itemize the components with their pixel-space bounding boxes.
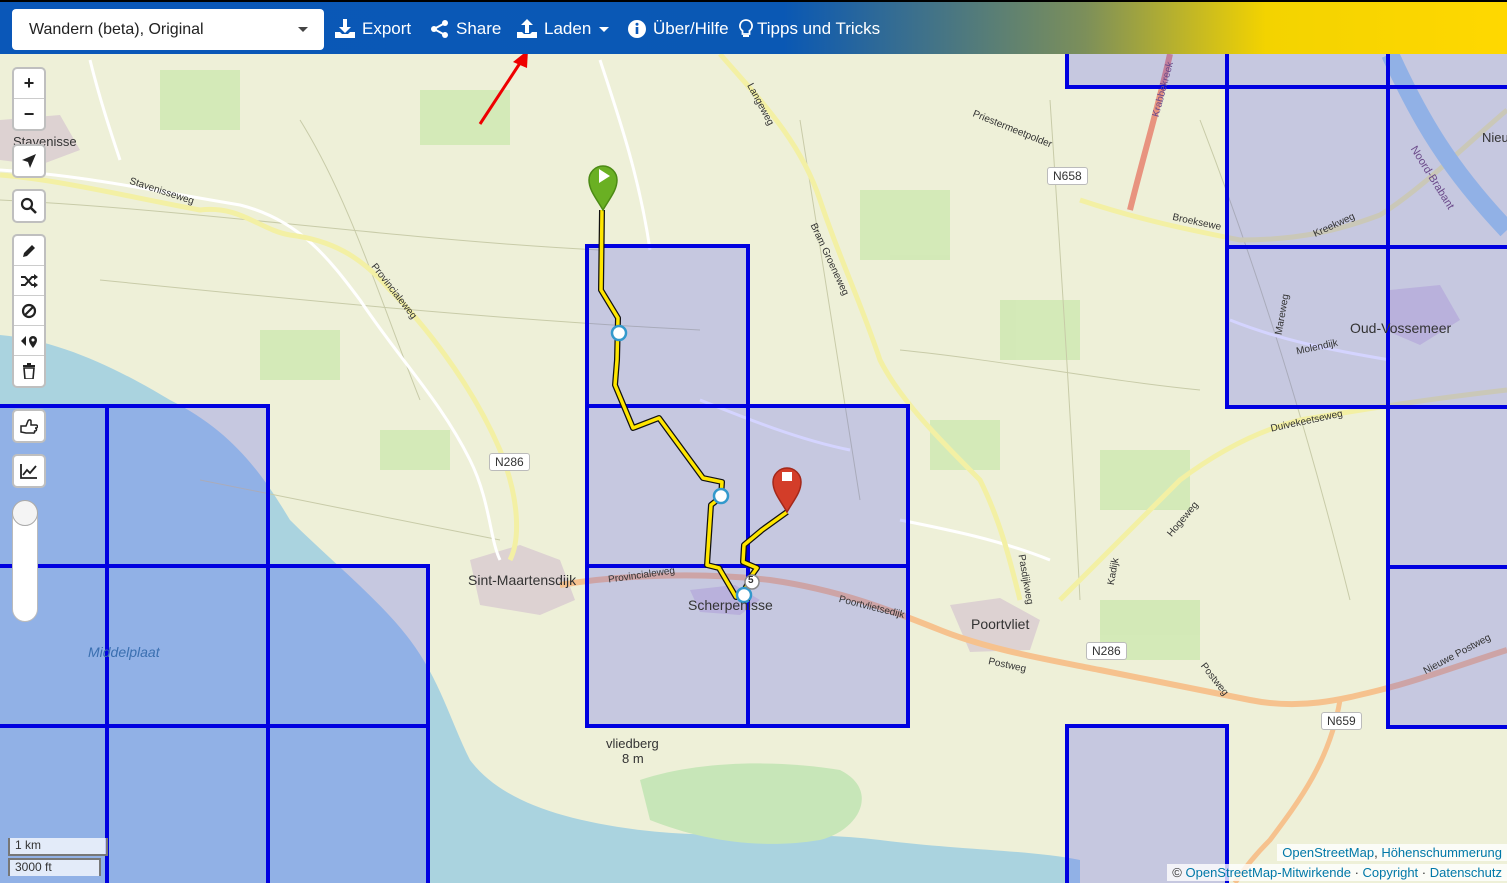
osm-link[interactable]: OpenStreetMap xyxy=(1282,845,1374,860)
load-button[interactable]: Laden xyxy=(516,16,610,42)
place-label: Oud-Vossemeer xyxy=(1350,320,1452,336)
road-number-badge: N658 xyxy=(1047,167,1088,185)
profile-select-value: Wandern (beta), Original xyxy=(29,21,204,38)
place-label: Sint-Maartensdijk xyxy=(468,572,577,588)
info-icon xyxy=(628,20,646,38)
share-label: Share xyxy=(456,19,502,38)
road-number-badge: N286 xyxy=(489,453,530,471)
scale-imperial: 3000 ft xyxy=(8,858,101,876)
reverse-route-icon xyxy=(21,335,37,348)
elevation-chart-icon xyxy=(20,464,37,479)
delete-icon xyxy=(23,363,35,379)
attribution-separator: · xyxy=(1418,865,1430,880)
upload-icon xyxy=(517,19,537,38)
load-label: Laden xyxy=(544,19,592,38)
tips-label: Tipps und Tricks xyxy=(757,19,881,38)
copyright-symbol: © xyxy=(1172,865,1186,880)
scale-metric: 1 km xyxy=(8,838,108,856)
no-go-area-button[interactable] xyxy=(14,296,44,326)
slider-handle[interactable] xyxy=(12,500,38,526)
download-icon xyxy=(335,19,355,38)
locate-button[interactable] xyxy=(14,146,44,176)
water-label: Middelplaat xyxy=(88,644,160,660)
zoom-control: + − xyxy=(12,67,46,131)
map-view[interactable]: Stavenisse Sint-Maartensdijk Scherpeniss… xyxy=(0,54,1507,883)
draw-route-button[interactable] xyxy=(14,236,44,266)
road-number-badge: N286 xyxy=(1086,642,1127,660)
pointer-button[interactable] xyxy=(14,411,44,441)
export-button[interactable]: Export xyxy=(334,16,411,42)
privacy-link[interactable]: Datenschutz xyxy=(1430,865,1502,880)
map-canvas[interactable] xyxy=(0,54,1507,883)
hand-pointer-icon xyxy=(20,419,38,434)
reverse-route-button[interactable] xyxy=(14,326,44,356)
via-point[interactable] xyxy=(712,487,730,505)
chevron-down-icon xyxy=(599,26,610,32)
attribution-layers: OpenStreetMap, Höhenschummerung xyxy=(1277,844,1507,861)
waypoint-number: 5 xyxy=(748,575,754,586)
delete-route-button[interactable] xyxy=(14,356,44,386)
hillshade-link[interactable]: Höhenschummerung xyxy=(1381,845,1502,860)
tips-button[interactable]: Tipps und Tricks xyxy=(739,16,880,42)
attribution-footer: © OpenStreetMap-Mitwirkende · Copyright … xyxy=(1167,864,1507,881)
search-button[interactable] xyxy=(14,191,44,221)
share-button[interactable]: Share xyxy=(430,16,501,42)
copyright-link[interactable]: Copyright xyxy=(1363,865,1419,880)
opacity-slider[interactable] xyxy=(12,500,38,622)
toolbar: Wandern (beta), Original Export Share La… xyxy=(0,0,1507,54)
search-control xyxy=(12,189,46,223)
lightbulb-icon xyxy=(739,19,753,37)
chevron-down-icon xyxy=(298,27,308,32)
road-number-badge: N659 xyxy=(1321,712,1362,730)
block-icon xyxy=(21,303,37,318)
osm-contributors-link[interactable]: OpenStreetMap-Mitwirkende xyxy=(1186,865,1351,880)
scale-bar: 1 km 3000 ft xyxy=(8,838,108,876)
elevation-chart-button[interactable] xyxy=(14,456,44,486)
via-point[interactable] xyxy=(610,324,628,342)
shuffle-button[interactable] xyxy=(14,266,44,296)
locate-icon xyxy=(22,154,36,168)
export-label: Export xyxy=(362,19,412,38)
elevation-control xyxy=(12,454,46,488)
place-label: Scherpenisse xyxy=(688,597,773,613)
profile-select[interactable]: Wandern (beta), Original xyxy=(12,9,324,50)
zoom-out-button[interactable]: − xyxy=(14,99,44,129)
elevation-label: 8 m xyxy=(622,751,644,766)
place-label: Nieu xyxy=(1482,130,1507,145)
about-help-label: Über/Hilfe xyxy=(653,19,729,38)
edit-toolbar xyxy=(12,234,46,388)
zoom-in-button[interactable]: + xyxy=(14,69,44,99)
locate-control xyxy=(12,144,46,178)
share-icon xyxy=(431,20,448,38)
shuffle-icon xyxy=(21,273,38,288)
draw-icon xyxy=(23,244,35,257)
pointer-control xyxy=(12,409,46,443)
place-label: vliedberg xyxy=(606,736,659,751)
place-label: Poortvliet xyxy=(971,616,1030,632)
about-help-button[interactable]: Über/Hilfe xyxy=(627,16,729,42)
attribution-separator: · xyxy=(1350,865,1363,880)
search-icon xyxy=(20,197,37,214)
